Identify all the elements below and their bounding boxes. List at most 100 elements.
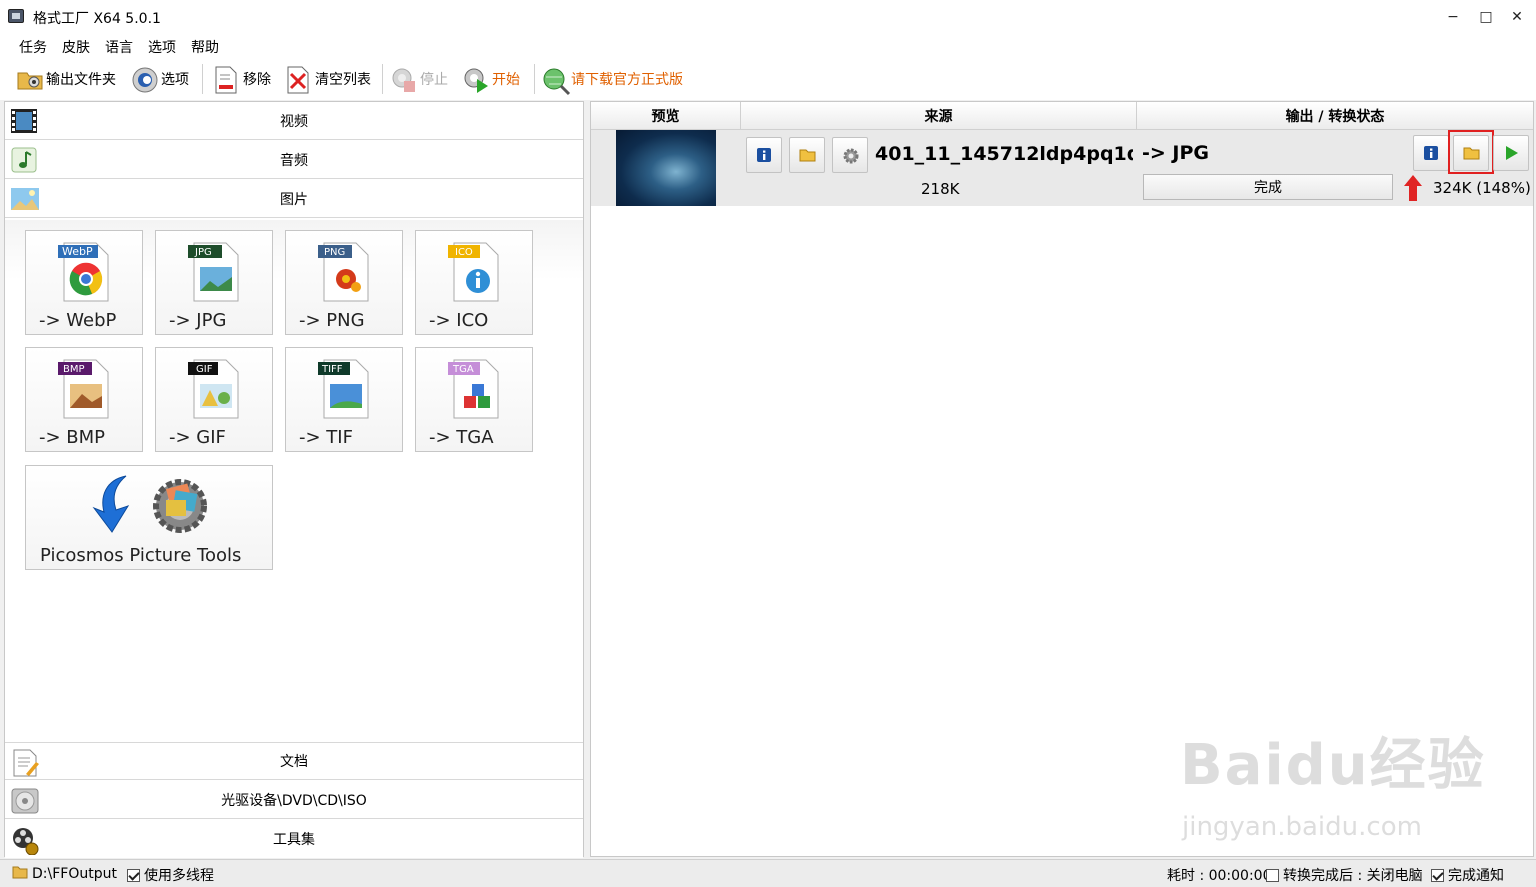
category-image[interactable]: 图片 [5, 180, 583, 218]
format-tile-label: -> GIF [169, 427, 226, 448]
notify-checkbox[interactable] [1431, 868, 1444, 882]
multithread-label: 使用多线程 [144, 868, 214, 884]
clear-list-icon [285, 66, 311, 94]
clear-list-button[interactable]: 清空列表 [285, 64, 371, 94]
play-output-button[interactable] [1493, 135, 1529, 171]
info-icon [1424, 146, 1438, 164]
format-tile-tif[interactable]: TIFF -> TIF [285, 347, 403, 452]
output-info-button[interactable] [1413, 135, 1449, 171]
svg-text:GIF: GIF [196, 364, 213, 375]
output-file-size: 324K (148%) [1433, 179, 1531, 197]
folder-icon [16, 66, 43, 92]
start-button[interactable]: 开始 [462, 64, 520, 94]
options-label: 选项 [161, 72, 189, 88]
download-official-link[interactable]: 请下载官方正式版 [541, 64, 683, 96]
format-tile-bmp[interactable]: BMP -> BMP [25, 347, 143, 452]
options-button[interactable]: 选项 [131, 64, 189, 94]
category-video[interactable]: 视频 [5, 102, 583, 140]
toolbox-icon [10, 825, 39, 856]
notify-label: 完成通知 [1448, 868, 1504, 884]
options-icon [131, 66, 158, 93]
column-header-output[interactable]: 输出 / 转换状态 [1137, 102, 1533, 130]
watermark-url: jingyan.baidu.com [1182, 812, 1422, 842]
title-bar: 格式工厂 X64 5.0.1 − □ ✕ [0, 0, 1536, 34]
gif-file-icon: GIF [188, 358, 242, 420]
format-tile-gif[interactable]: GIF -> GIF [155, 347, 273, 452]
output-path[interactable]: D:\FFOutput [12, 865, 117, 883]
folder-icon [12, 865, 28, 883]
shutdown-toggle[interactable]: 转换完成后 : 关闭电脑 [1266, 865, 1423, 885]
category-image-label: 图片 [280, 191, 308, 208]
menu-help[interactable]: 帮助 [191, 37, 219, 57]
column-header-source[interactable]: 来源 [741, 102, 1137, 130]
png-file-icon: PNG [318, 241, 372, 303]
source-file-name: 401_11_145712ldp4pq1qsckz [875, 143, 1133, 165]
svg-text:TGA: TGA [452, 364, 474, 375]
shutdown-checkbox[interactable] [1266, 868, 1279, 882]
elapsed-time: 耗时 : 00:00:00 [1167, 865, 1272, 885]
gear-icon [843, 148, 859, 168]
picture-icon [10, 185, 39, 213]
svg-text:TIFF: TIFF [321, 364, 343, 375]
svg-text:PNG: PNG [324, 247, 345, 258]
source-settings-button[interactable] [832, 137, 868, 173]
stop-button[interactable]: 停止 [390, 64, 448, 94]
multithread-toggle[interactable]: 使用多线程 [127, 865, 214, 885]
minimize-button[interactable]: − [1441, 6, 1465, 28]
source-folder-button[interactable] [789, 137, 825, 173]
picosmos-arrow-icon [88, 474, 148, 540]
format-tile-png[interactable]: PNG -> PNG [285, 230, 403, 335]
menu-task[interactable]: 任务 [19, 37, 47, 57]
maximize-button[interactable]: □ [1474, 6, 1498, 28]
svg-text:JPG: JPG [194, 247, 212, 258]
category-document[interactable]: 文档 [5, 742, 583, 780]
picosmos-tools-tile[interactable]: Picosmos Picture Tools [25, 465, 273, 570]
clear-list-label: 清空列表 [315, 72, 371, 88]
image-format-grid: WebP -> WebP JPG -> JPG PNG -> PNG ICO -… [5, 220, 583, 740]
status-bar: D:\FFOutput 使用多线程 耗时 : 00:00:00 转换完成后 : … [0, 859, 1536, 887]
category-tools[interactable]: 工具集 [5, 820, 583, 858]
source-info-button[interactable] [746, 137, 782, 173]
format-tile-webp[interactable]: WebP -> WebP [25, 230, 143, 335]
tga-file-icon: TGA [448, 358, 502, 420]
elapsed-time-label: 耗时 : 00:00:00 [1167, 868, 1272, 884]
watermark-logo: Baidu经验 [1180, 733, 1486, 798]
column-header-preview[interactable]: 预览 [591, 102, 741, 130]
toolbar: 输出文件夹 选项 移除 清空列表 停止 开始 请下载官方正式版 [0, 58, 1536, 100]
format-tile-ico[interactable]: ICO -> ICO [415, 230, 533, 335]
menu-skin[interactable]: 皮肤 [62, 37, 90, 57]
format-tile-tga[interactable]: TGA -> TGA [415, 347, 533, 452]
notify-toggle[interactable]: 完成通知 [1431, 865, 1504, 885]
remove-label: 移除 [243, 72, 271, 88]
film-icon [10, 107, 38, 135]
remove-icon [213, 66, 239, 94]
menu-bar: 任务 皮肤 语言 选项 帮助 [0, 34, 1536, 58]
format-tile-label: -> JPG [169, 310, 227, 331]
start-icon [462, 66, 488, 93]
conversion-status-bar: 完成 [1143, 174, 1393, 200]
multithread-checkbox[interactable] [127, 868, 140, 882]
output-folder-button[interactable]: 输出文件夹 [16, 64, 116, 94]
download-official-label: 请下载官方正式版 [571, 72, 683, 88]
category-disc[interactable]: 光驱设备\DVD\CD\ISO [5, 781, 583, 819]
format-tile-label: -> PNG [299, 310, 365, 331]
close-button[interactable]: ✕ [1505, 6, 1529, 28]
menu-options[interactable]: 选项 [148, 37, 176, 57]
music-icon [10, 146, 38, 174]
toolbar-separator [534, 64, 535, 94]
highlight-box [1448, 130, 1494, 174]
svg-text:ICO: ICO [455, 247, 473, 258]
task-row[interactable]: 401_11_145712ldp4pq1qsckz 218K -> JPG 完成… [591, 130, 1533, 206]
category-panel: 视频 音频 图片 WebP -> WebP JPG -> JPG PNG -> … [4, 101, 584, 858]
picosmos-gear-icon [148, 474, 212, 540]
output-path-label: D:\FFOutput [32, 866, 117, 882]
remove-button[interactable]: 移除 [213, 64, 271, 94]
svg-text:BMP: BMP [63, 364, 85, 375]
format-tile-jpg[interactable]: JPG -> JPG [155, 230, 273, 335]
toolbar-separator [202, 64, 203, 94]
folder-icon [799, 148, 816, 166]
category-disc-label: 光驱设备\DVD\CD\ISO [221, 792, 367, 809]
menu-language[interactable]: 语言 [105, 37, 133, 57]
category-audio[interactable]: 音频 [5, 141, 583, 179]
category-tools-label: 工具集 [273, 832, 315, 848]
